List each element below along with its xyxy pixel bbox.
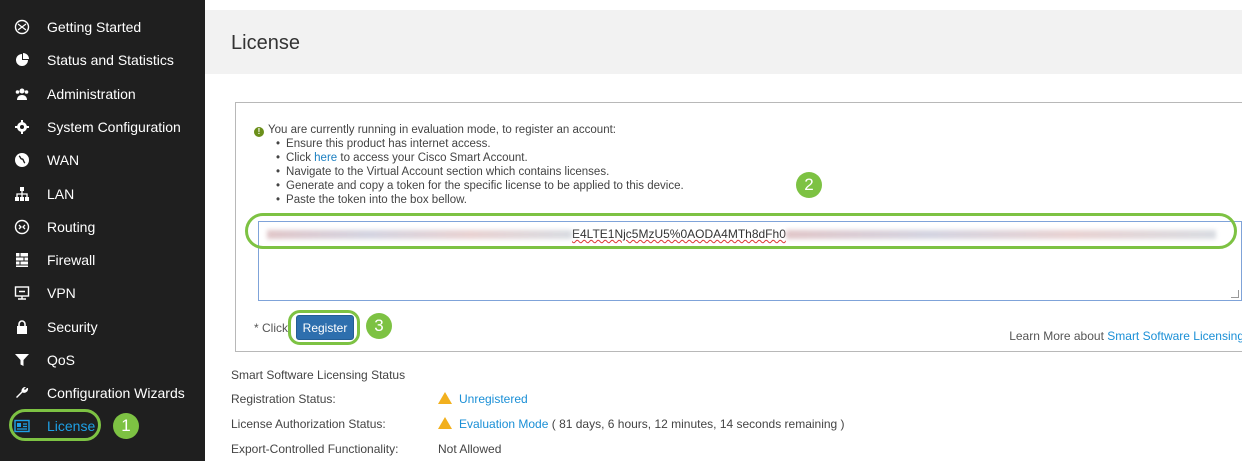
sidebar-item-administration[interactable]: Administration xyxy=(0,77,205,110)
sidebar-item-configuration-wizards[interactable]: Configuration Wizards xyxy=(0,376,205,409)
status-key: Registration Status: xyxy=(231,392,336,406)
sidebar-item-license[interactable]: License xyxy=(0,409,205,442)
sidebar-item-label: Getting Started xyxy=(47,18,142,35)
network-icon xyxy=(12,184,32,204)
sidebar-item-label: Firewall xyxy=(47,251,96,268)
evaluation-mode-link[interactable]: Evaluation Mode xyxy=(459,417,548,431)
list-item: Generate and copy a token for the specif… xyxy=(276,179,684,193)
lock-icon xyxy=(12,317,32,337)
sidebar-item-lan[interactable]: LAN xyxy=(0,177,205,210)
sidebar-item-firewall[interactable]: Firewall xyxy=(0,243,205,276)
learn-more: Learn More about Smart Software Licensin… xyxy=(1009,329,1242,343)
sidebar-item-vpn[interactable]: VPN xyxy=(0,276,205,309)
status-value: Unregistered xyxy=(438,392,528,406)
click-prefix: Click xyxy=(286,152,311,164)
cisco-smart-account-link[interactable]: here xyxy=(314,152,337,164)
users-icon xyxy=(12,84,32,104)
annotation-badge-1: 1 xyxy=(113,413,139,439)
status-section-title: Smart Software Licensing Status xyxy=(231,368,406,382)
resize-handle[interactable] xyxy=(1231,290,1239,298)
unregistered-link[interactable]: Unregistered xyxy=(459,392,528,406)
monitor-icon xyxy=(12,283,32,303)
annotation-badge-2: 2 xyxy=(796,172,822,198)
token-textarea[interactable]: E4LTE1Njc5MzU5%0AODA4MTh8dFh0 xyxy=(258,221,1242,301)
sidebar-item-label: Status and Statistics xyxy=(47,51,174,68)
sidebar-item-label: Configuration Wizards xyxy=(47,384,185,401)
token-visible-fragment: E4LTE1Njc5MzU5%0AODA4MTh8dFh0 xyxy=(572,227,786,241)
wrench-icon xyxy=(12,383,32,403)
sidebar-item-label: Security xyxy=(47,318,98,335)
register-button[interactable]: Register xyxy=(296,315,354,340)
page-title: License xyxy=(231,32,300,54)
status-value: Not Allowed xyxy=(438,442,502,456)
gear-icon xyxy=(12,117,32,137)
remaining-time: ( 81 days, 6 hours, 12 minutes, 14 secon… xyxy=(551,417,845,431)
sidebar-item-label: License xyxy=(47,417,96,434)
click-instruction: * Click xyxy=(254,321,289,335)
sidebar-item-system-configuration[interactable]: System Configuration xyxy=(0,110,205,143)
sidebar-item-routing[interactable]: Routing xyxy=(0,210,205,243)
token-value: E4LTE1Njc5MzU5%0AODA4MTh8dFh0 xyxy=(267,227,1216,241)
sidebar-item-getting-started[interactable]: Getting Started xyxy=(0,10,205,43)
sidebar-item-label: VPN xyxy=(47,284,76,301)
instruction-list: Ensure this product has internet access.… xyxy=(276,137,684,207)
globe-icon xyxy=(12,150,32,170)
routing-icon xyxy=(12,217,32,237)
list-item: Navigate to the Virtual Account section … xyxy=(276,165,684,179)
alert-icon: ! xyxy=(254,127,264,137)
status-key: Export-Controlled Functionality: xyxy=(231,442,399,456)
firewall-icon xyxy=(12,250,32,270)
warning-icon xyxy=(438,392,452,404)
sidebar-item-label: WAN xyxy=(47,151,80,168)
warning-icon xyxy=(438,417,452,429)
redacted-token-end xyxy=(785,230,1216,240)
page-header xyxy=(205,10,1242,74)
list-item: Ensure this product has internet access. xyxy=(276,137,684,151)
list-item: Click here to access your Cisco Smart Ac… xyxy=(276,151,684,165)
status-key: License Authorization Status: xyxy=(231,417,386,431)
learn-more-prefix: Learn More about xyxy=(1009,329,1104,343)
filter-icon xyxy=(12,350,32,370)
sidebar-item-label: System Configuration xyxy=(47,118,181,135)
click-suffix: to access your Cisco Smart Account. xyxy=(340,152,528,164)
status-value: Evaluation Mode ( 81 days, 6 hours, 12 m… xyxy=(438,417,845,431)
sidebar-item-security[interactable]: Security xyxy=(0,310,205,343)
notice-intro: You are currently running in evaluation … xyxy=(268,124,616,136)
evaluation-notice: ! You are currently running in evaluation… xyxy=(254,123,684,207)
license-card-icon xyxy=(12,416,32,436)
list-item: Paste the token into the box bellow. xyxy=(276,193,684,207)
annotation-badge-3: 3 xyxy=(366,313,392,339)
sidebar-item-label: Routing xyxy=(47,218,96,235)
sidebar-item-qos[interactable]: QoS xyxy=(0,343,205,376)
pie-chart-icon xyxy=(12,50,32,70)
sidebar-item-label: LAN xyxy=(47,185,75,202)
getting-started-icon xyxy=(12,17,32,37)
sidebar-item-label: Administration xyxy=(47,85,136,102)
sidebar: Getting Started Status and Statistics Ad… xyxy=(0,0,205,461)
sidebar-item-label: QoS xyxy=(47,351,76,368)
redacted-token-start xyxy=(267,230,572,240)
smart-software-licensing-link[interactable]: Smart Software Licensing xyxy=(1107,329,1242,343)
main-content: License ! You are currently running in ev… xyxy=(205,0,1242,461)
sidebar-item-wan[interactable]: WAN xyxy=(0,143,205,176)
sidebar-item-status-and-statistics[interactable]: Status and Statistics xyxy=(0,43,205,76)
